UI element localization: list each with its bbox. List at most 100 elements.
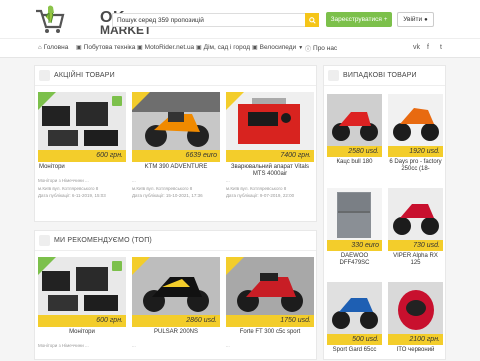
recommended-panel: МИ РЕКОМЕНДУЄМО (ТОП) 600 грн. Монітори … xyxy=(34,230,317,360)
product-desc: Монітори з Німеччини ... xyxy=(38,178,89,183)
avatar-icon xyxy=(39,70,50,81)
product-title[interactable]: VIPER Alpha RX 125 xyxy=(388,253,443,267)
nav-item-home[interactable]: ⌂ Головна xyxy=(38,44,68,51)
vk-icon[interactable]: vk xyxy=(413,44,420,51)
product-image xyxy=(38,92,126,150)
product-title[interactable]: Зварювальний апарат Vitals MTS 4000air xyxy=(226,164,314,178)
random-products-panel: ВИПАДКОВІ ТОВАРИ 2580 usd. Кацс bull 180… xyxy=(323,65,446,360)
product-photo xyxy=(226,257,314,315)
product-card[interactable]: 730 usd. VIPER Alpha RX 125 xyxy=(388,188,443,268)
register-button[interactable]: Зареєструватися + xyxy=(326,12,392,27)
product-address: м.Київ вул. Котляревського 8 xyxy=(226,186,287,191)
avatar-icon xyxy=(328,70,339,81)
product-price: 600 грн. xyxy=(38,315,126,327)
product-title[interactable]: Кацс bull 180 xyxy=(327,159,382,166)
product-desc: ... xyxy=(226,178,230,183)
product-image xyxy=(132,92,220,150)
product-price: 330 euro xyxy=(327,240,382,251)
nav-item-motorider[interactable]: ▣ MotoRider.net.ua xyxy=(137,44,194,51)
search-input[interactable]: Пошук серед 359 пропозицій xyxy=(112,13,306,27)
home-icon: ⌂ xyxy=(38,44,42,51)
product-price: 2860 usd. xyxy=(132,315,220,327)
product-card[interactable]: 330 euro DAEWOO DFF479SC xyxy=(327,188,382,268)
user-icon: ● xyxy=(424,16,428,23)
product-photo xyxy=(327,188,382,240)
nav-item-appliances[interactable]: ▣ Побутова техніка xyxy=(76,44,135,51)
random-products-header: ВИПАДКОВІ ТОВАРИ xyxy=(324,66,445,86)
random-products-title: ВИПАДКОВІ ТОВАРИ xyxy=(343,72,417,79)
product-image xyxy=(132,257,220,315)
product-image xyxy=(226,92,314,150)
product-card[interactable]: 500 usd. Sport Gard 65cc xyxy=(327,282,382,361)
folder-icon: ▣ xyxy=(76,45,82,51)
product-card[interactable]: 600 грн. Монітори Монітори з Німеччини .… xyxy=(38,92,126,217)
product-card[interactable]: 2580 usd. Кацс bull 180 xyxy=(327,94,382,174)
product-card[interactable]: 2860 usd. PULSAR 200NS ... xyxy=(132,257,220,361)
info-icon: ⓘ xyxy=(305,47,312,53)
twitter-icon[interactable]: t xyxy=(440,44,442,51)
product-photo xyxy=(132,257,220,315)
product-card[interactable]: 7400 грн. Зварювальний апарат Vitals MTS… xyxy=(226,92,314,217)
site-logo[interactable]: OK MARKET xyxy=(32,3,151,37)
recommended-title: МИ РЕКОМЕНДУЄМО (ТОП) xyxy=(54,237,152,244)
folder-icon: ▣ xyxy=(252,45,258,51)
product-title[interactable]: Монітори xyxy=(38,329,126,336)
product-card[interactable]: 600 грн. Монітори Монітори з Німеччини .… xyxy=(38,257,126,361)
product-image xyxy=(388,282,443,334)
folder-icon: ▣ xyxy=(196,45,202,51)
product-price: 2100 грн. xyxy=(388,334,443,345)
product-photo xyxy=(38,92,126,150)
cart-logo-icon xyxy=(36,5,65,33)
product-title[interactable]: Sport Gard 65cc xyxy=(327,347,382,354)
avatar-icon xyxy=(39,235,50,246)
actions-panel: АКЦІЙНІ ТОВАРИ 600 грн. Монітори Монітор… xyxy=(34,65,317,222)
actions-title: АКЦІЙНІ ТОВАРИ xyxy=(54,72,115,79)
nav-item-home-garden[interactable]: ▣ Дім, сад і город xyxy=(196,44,250,51)
product-image xyxy=(388,94,443,146)
product-title[interactable]: DAEWOO DFF479SC xyxy=(327,253,382,267)
product-desc: ... xyxy=(132,343,136,348)
product-price: 730 usd. xyxy=(388,240,443,251)
product-price: 500 usd. xyxy=(327,334,382,345)
product-image xyxy=(327,282,382,334)
site-header: OK MARKET Пошук серед 359 пропозицій Зар… xyxy=(0,0,480,38)
product-price: 7400 грн. xyxy=(226,150,314,162)
product-photo xyxy=(388,282,443,334)
product-title[interactable]: KTM 390 ADVENTURE xyxy=(132,164,220,171)
folder-icon: ▣ xyxy=(137,45,143,51)
product-title[interactable]: Forte FT 300 c5c sport xyxy=(226,329,314,336)
product-price: 600 грн. xyxy=(38,150,126,162)
user-plus-icon: + xyxy=(383,16,388,23)
nav-item-about[interactable]: ⓘ Про нас xyxy=(305,44,337,53)
product-desc: ... xyxy=(226,343,230,348)
product-price: 2580 usd. xyxy=(327,146,382,157)
search-icon xyxy=(308,16,316,24)
product-title[interactable]: PULSAR 200NS xyxy=(132,329,220,336)
product-card[interactable]: 1750 usd. Forte FT 300 c5c sport ... xyxy=(226,257,314,361)
register-label: Зареєструватися xyxy=(330,16,382,23)
product-card[interactable]: 2100 грн. ITO червоний xyxy=(388,282,443,361)
product-card[interactable]: 6639 euro KTM 390 ADVENTURE ... м.Київ в… xyxy=(132,92,220,217)
actions-header: АКЦІЙНІ ТОВАРИ xyxy=(35,66,316,86)
product-photo xyxy=(226,92,314,150)
product-date: Дата публікації: 9-07-2019, 22:00 xyxy=(226,193,295,198)
product-photo xyxy=(327,94,382,146)
main-nav: ⌂ Головна ▣ Побутова техніка ▣ MotoRider… xyxy=(0,38,480,58)
product-title[interactable]: ITO червоний xyxy=(388,347,443,354)
product-image xyxy=(226,257,314,315)
product-image xyxy=(327,188,382,240)
search-button[interactable] xyxy=(305,13,319,27)
product-photo xyxy=(388,188,443,240)
product-image xyxy=(327,94,382,146)
product-title[interactable]: Монітори xyxy=(38,164,126,171)
nav-item-bicycles[interactable]: ▣ Велосипеди ▼ xyxy=(252,44,303,51)
chevron-down-icon: ▼ xyxy=(298,44,304,51)
product-photo xyxy=(327,282,382,334)
product-title[interactable]: 6 Days pro - factory 250cc (18- xyxy=(388,159,443,173)
product-photo xyxy=(388,94,443,146)
product-image xyxy=(388,188,443,240)
product-card[interactable]: 1920 usd. 6 Days pro - factory 250cc (18… xyxy=(388,94,443,174)
product-photo xyxy=(38,257,126,315)
facebook-icon[interactable]: f xyxy=(427,44,429,51)
login-button[interactable]: Увійти ● xyxy=(397,12,434,27)
